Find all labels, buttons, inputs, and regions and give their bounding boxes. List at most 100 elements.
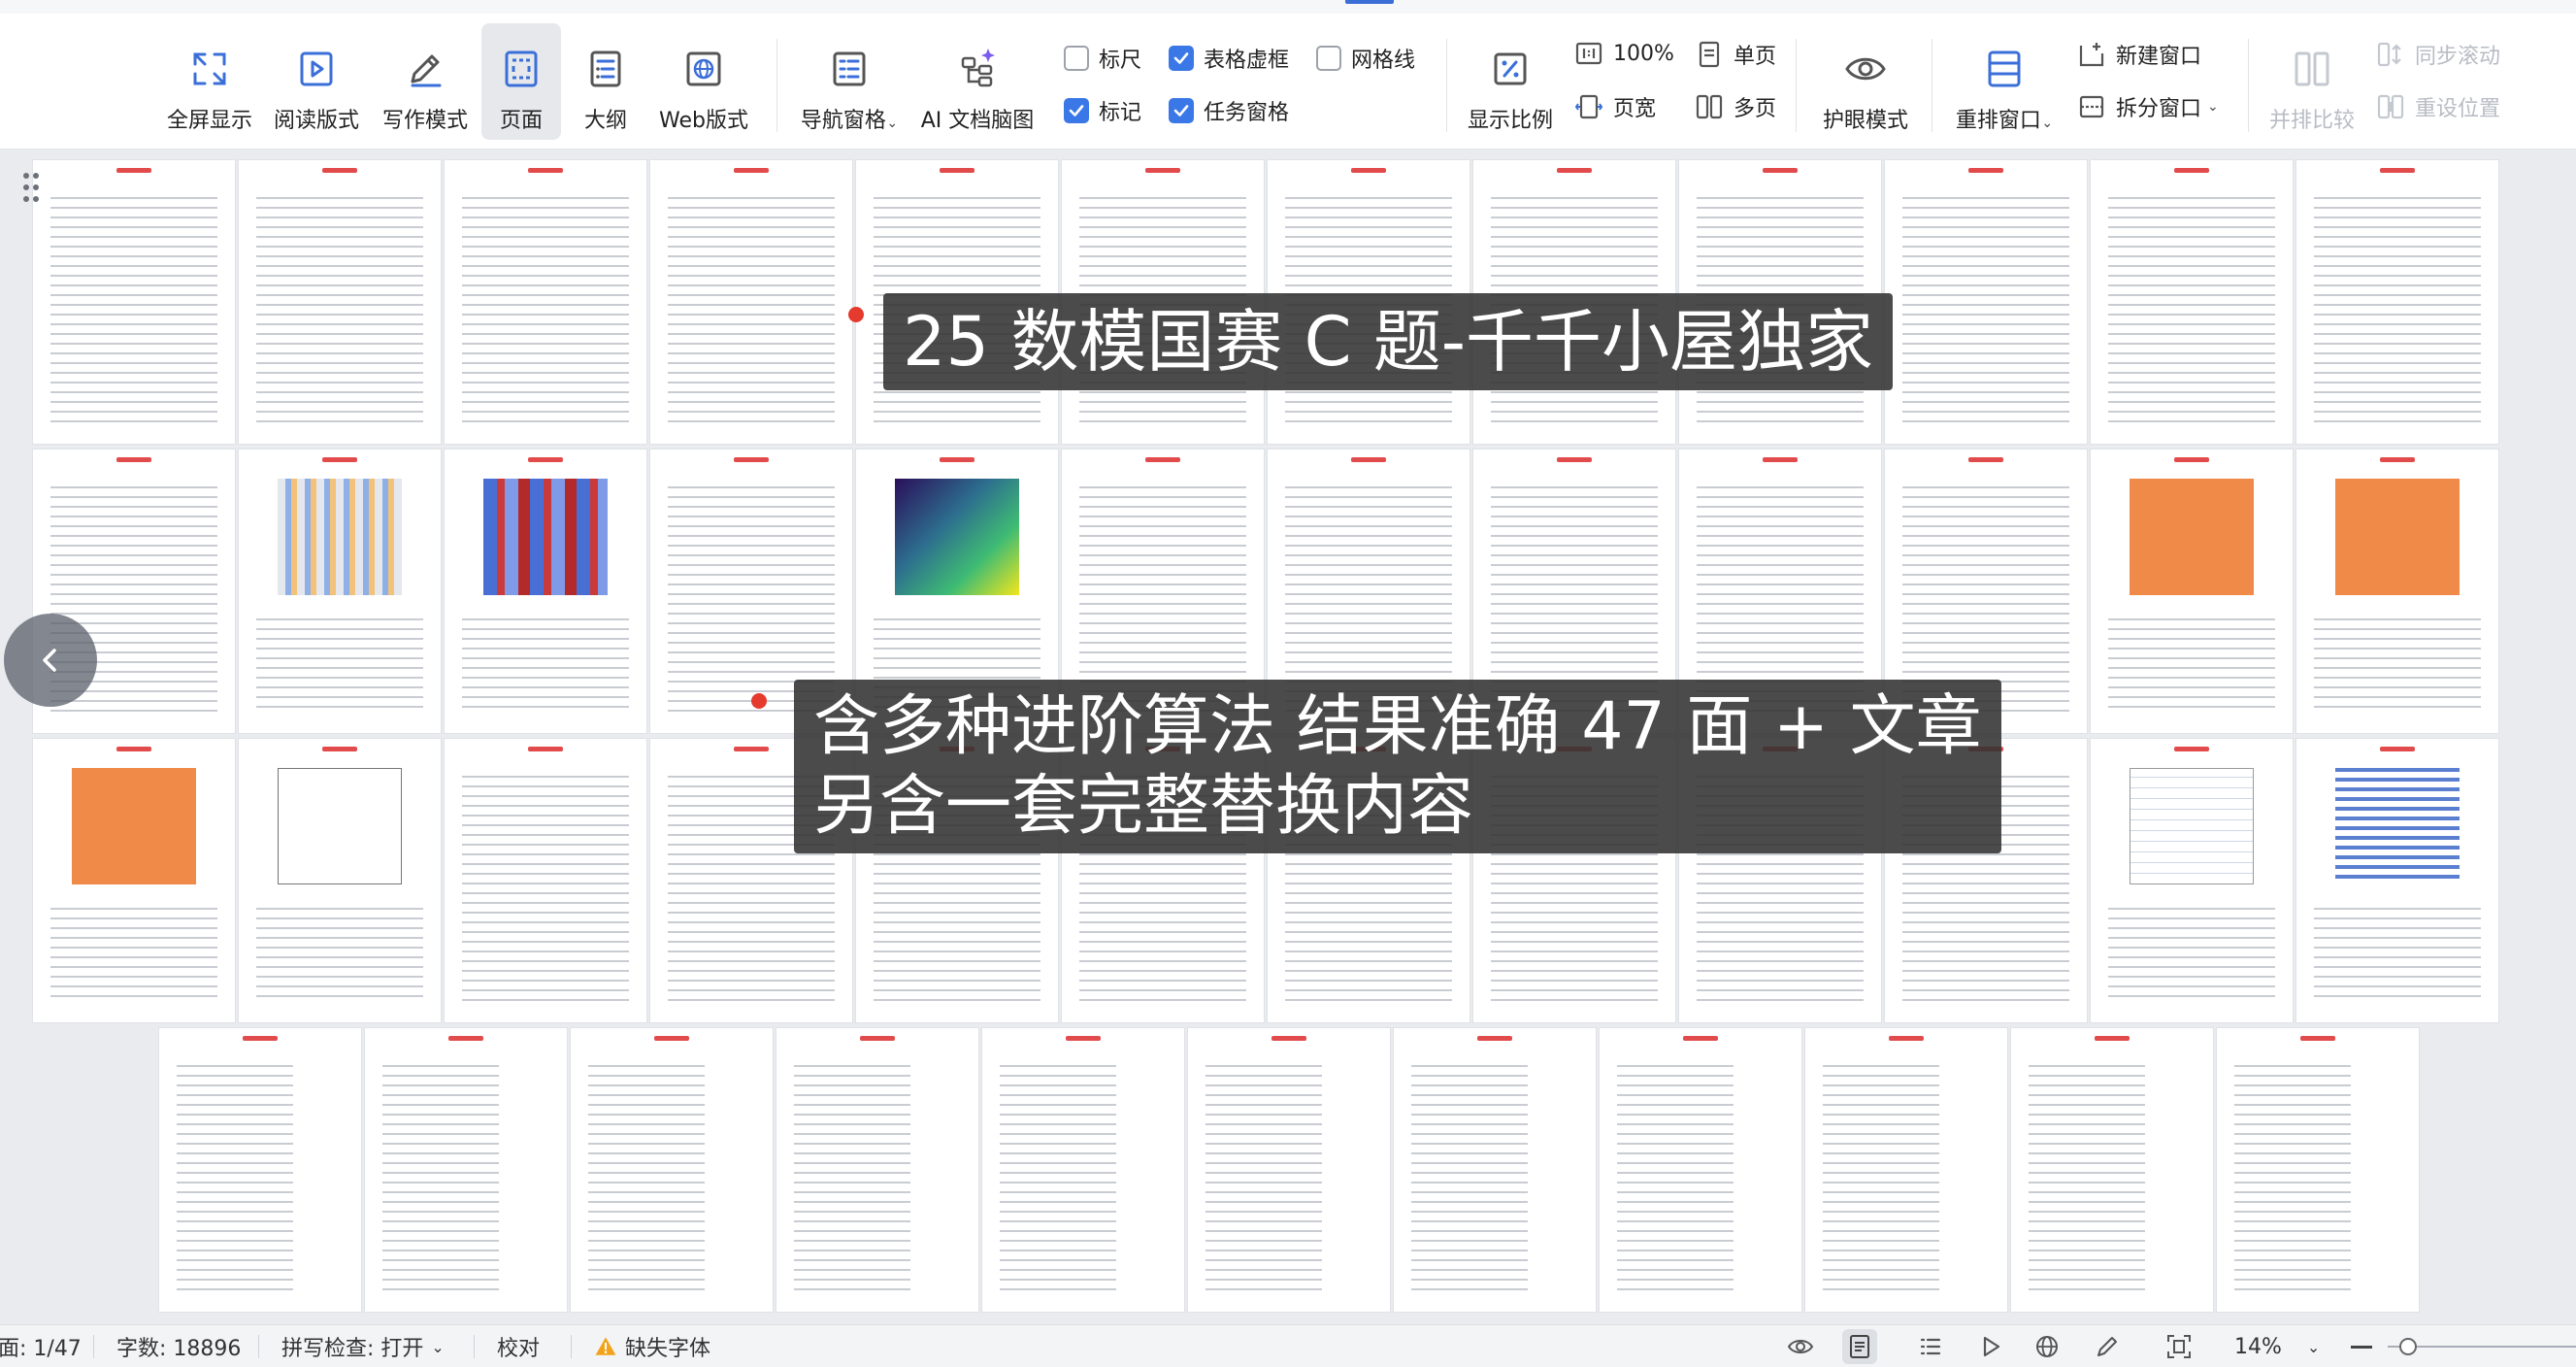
page-thumbnail[interactable]: [2091, 450, 2293, 733]
page-thumbnail[interactable]: [982, 1028, 1184, 1312]
word-count[interactable]: 字数: 18896: [116, 1325, 241, 1367]
page-header-mark: [448, 1036, 483, 1041]
rearrange-window-icon: [1988, 50, 2021, 87]
page-thumbnail[interactable]: [776, 1028, 978, 1312]
page-thumbnail[interactable]: [2217, 1028, 2419, 1312]
caption-marker-dot: [848, 307, 864, 322]
zoom-ratio-button[interactable]: 显示比例: [1456, 23, 1565, 140]
fullscreen-button[interactable]: 全屏显示: [161, 23, 258, 140]
page-thumbnail[interactable]: [159, 1028, 361, 1312]
fit-page-icon[interactable]: [2164, 1332, 2194, 1361]
web-layout-icon: [686, 51, 721, 86]
reset-position-button[interactable]: 重设位置: [2376, 91, 2500, 122]
task-pane-toggle[interactable]: 任务窗格: [1169, 95, 1289, 126]
reading-layout-label: 阅读版式: [273, 109, 359, 133]
page-thumbnail[interactable]: [2296, 739, 2498, 1022]
zoom-value: 14%: [2234, 1334, 2282, 1359]
page-text-lines: [588, 1061, 705, 1292]
page-thumbnail[interactable]: [239, 160, 441, 444]
page-thumbnail[interactable]: [239, 739, 441, 1022]
sync-scroll-button[interactable]: 同步滚动: [2376, 39, 2500, 70]
page-header-mark: [940, 168, 974, 173]
page-thumbnail[interactable]: [2091, 739, 2293, 1022]
writing-mode-label: 写作模式: [381, 109, 468, 133]
marks-toggle[interactable]: 标记: [1064, 95, 1141, 126]
gridlines-toggle[interactable]: 网格线: [1316, 43, 1415, 74]
single-page-button[interactable]: 单页: [1695, 39, 1776, 70]
page-text-lines: [462, 615, 629, 714]
page-figure: [895, 479, 1019, 595]
ai-mindmap-icon: [961, 49, 995, 87]
previous-page-button[interactable]: [4, 614, 97, 707]
reading-layout-icon: [300, 51, 333, 86]
zoom-dropdown[interactable]: 14% ⌄: [2234, 1325, 2320, 1367]
proofread-button[interactable]: 校对: [497, 1325, 540, 1367]
page-thumbnail[interactable]: [1885, 160, 2087, 444]
eye-care-status-icon[interactable]: [1786, 1332, 1815, 1361]
page-thumbnail[interactable]: [1600, 1028, 1801, 1312]
side-by-side-button[interactable]: 并排比较: [2262, 23, 2362, 140]
page-text-lines: [256, 904, 423, 1003]
page-thumbnail[interactable]: [2011, 1028, 2213, 1312]
outline-button[interactable]: 大纲: [571, 23, 641, 140]
page-thumbnail[interactable]: [33, 739, 235, 1022]
split-window-button[interactable]: 拆分窗口 ⌄: [2077, 91, 2219, 122]
gridlines-checkbox[interactable]: [1316, 46, 1341, 71]
page-view-button[interactable]: 页面: [481, 23, 561, 140]
page-thumbnail[interactable]: [1394, 1028, 1596, 1312]
chevron-down-icon: ⌄: [2036, 116, 2054, 131]
task-pane-checkbox[interactable]: [1169, 98, 1194, 123]
page-thumbnail[interactable]: [1188, 1028, 1390, 1312]
proofread-text: 校对: [497, 1337, 541, 1361]
page-header-mark: [734, 457, 769, 462]
pen-icon[interactable]: [2093, 1332, 2122, 1361]
page-thumbnail[interactable]: [33, 160, 235, 444]
outline-view-icon[interactable]: [1916, 1332, 1945, 1361]
zoom-slider-thumb[interactable]: [2399, 1338, 2417, 1355]
globe-icon[interactable]: [2032, 1332, 2062, 1361]
page-thumbnail[interactable]: [239, 450, 441, 733]
marks-checkbox[interactable]: [1064, 98, 1089, 123]
status-divider: [258, 1335, 259, 1358]
nav-pane-button[interactable]: 导航窗格 ⌄: [788, 23, 910, 140]
page-header-mark: [2300, 1036, 2335, 1041]
ruler-toggle[interactable]: 标尺: [1064, 43, 1141, 74]
multi-page-button[interactable]: 多页: [1695, 91, 1776, 122]
page-indicator-text: 页面: 1/47: [0, 1337, 82, 1361]
writing-mode-button[interactable]: 写作模式: [377, 23, 474, 140]
page-thumbnail[interactable]: [2296, 160, 2498, 444]
page-header-mark: [2174, 457, 2209, 462]
missing-font-button[interactable]: 缺失字体: [594, 1325, 710, 1367]
page-thumbnail[interactable]: [571, 1028, 773, 1312]
page-thumbnail[interactable]: [2296, 450, 2498, 733]
play-icon[interactable]: [1976, 1332, 2005, 1361]
table-gridlines-checkbox[interactable]: [1169, 46, 1194, 71]
zoom-out-button[interactable]: [2351, 1346, 2372, 1349]
page-thumbnail[interactable]: [445, 739, 646, 1022]
caption-banner-title: 25 数模国赛 C 题-千千小屋独家: [848, 293, 1893, 390]
page-thumbnail[interactable]: [445, 160, 646, 444]
table-gridlines-toggle[interactable]: 表格虚框: [1169, 43, 1289, 74]
page-thumbnail[interactable]: [2091, 160, 2293, 444]
page-thumbnail[interactable]: [365, 1028, 567, 1312]
ruler-checkbox[interactable]: [1064, 46, 1089, 71]
page-indicator[interactable]: 页面: 1/47: [0, 1325, 82, 1367]
zoom-100-button[interactable]: 100%: [1574, 39, 1674, 68]
page-thumbnail[interactable]: [445, 450, 646, 733]
new-window-button[interactable]: 新建窗口: [2077, 39, 2201, 70]
page-text-lines: [2314, 615, 2481, 714]
spell-check-toggle[interactable]: 拼写检查: 打开 ⌄: [281, 1325, 445, 1367]
page-width-button[interactable]: 页宽: [1574, 91, 1656, 122]
page-text-lines: [2108, 904, 2275, 1003]
page-view-status-button[interactable]: [1842, 1329, 1877, 1364]
page-thumbnail[interactable]: [1805, 1028, 2007, 1312]
page-thumbnail[interactable]: [650, 160, 852, 444]
eye-care-button[interactable]: 护眼模式: [1811, 23, 1920, 140]
rearrange-window-button[interactable]: 重排窗口 ⌄: [1945, 23, 2064, 140]
drag-handle-icon[interactable]: [21, 171, 41, 204]
reset-position-label: 重设位置: [2415, 97, 2501, 121]
web-layout-button[interactable]: Web版式: [652, 23, 755, 140]
toolbar-divider: [776, 39, 777, 132]
reading-layout-button[interactable]: 阅读版式: [268, 23, 365, 140]
ai-mindmap-button[interactable]: AI 文档脑图: [918, 23, 1037, 140]
